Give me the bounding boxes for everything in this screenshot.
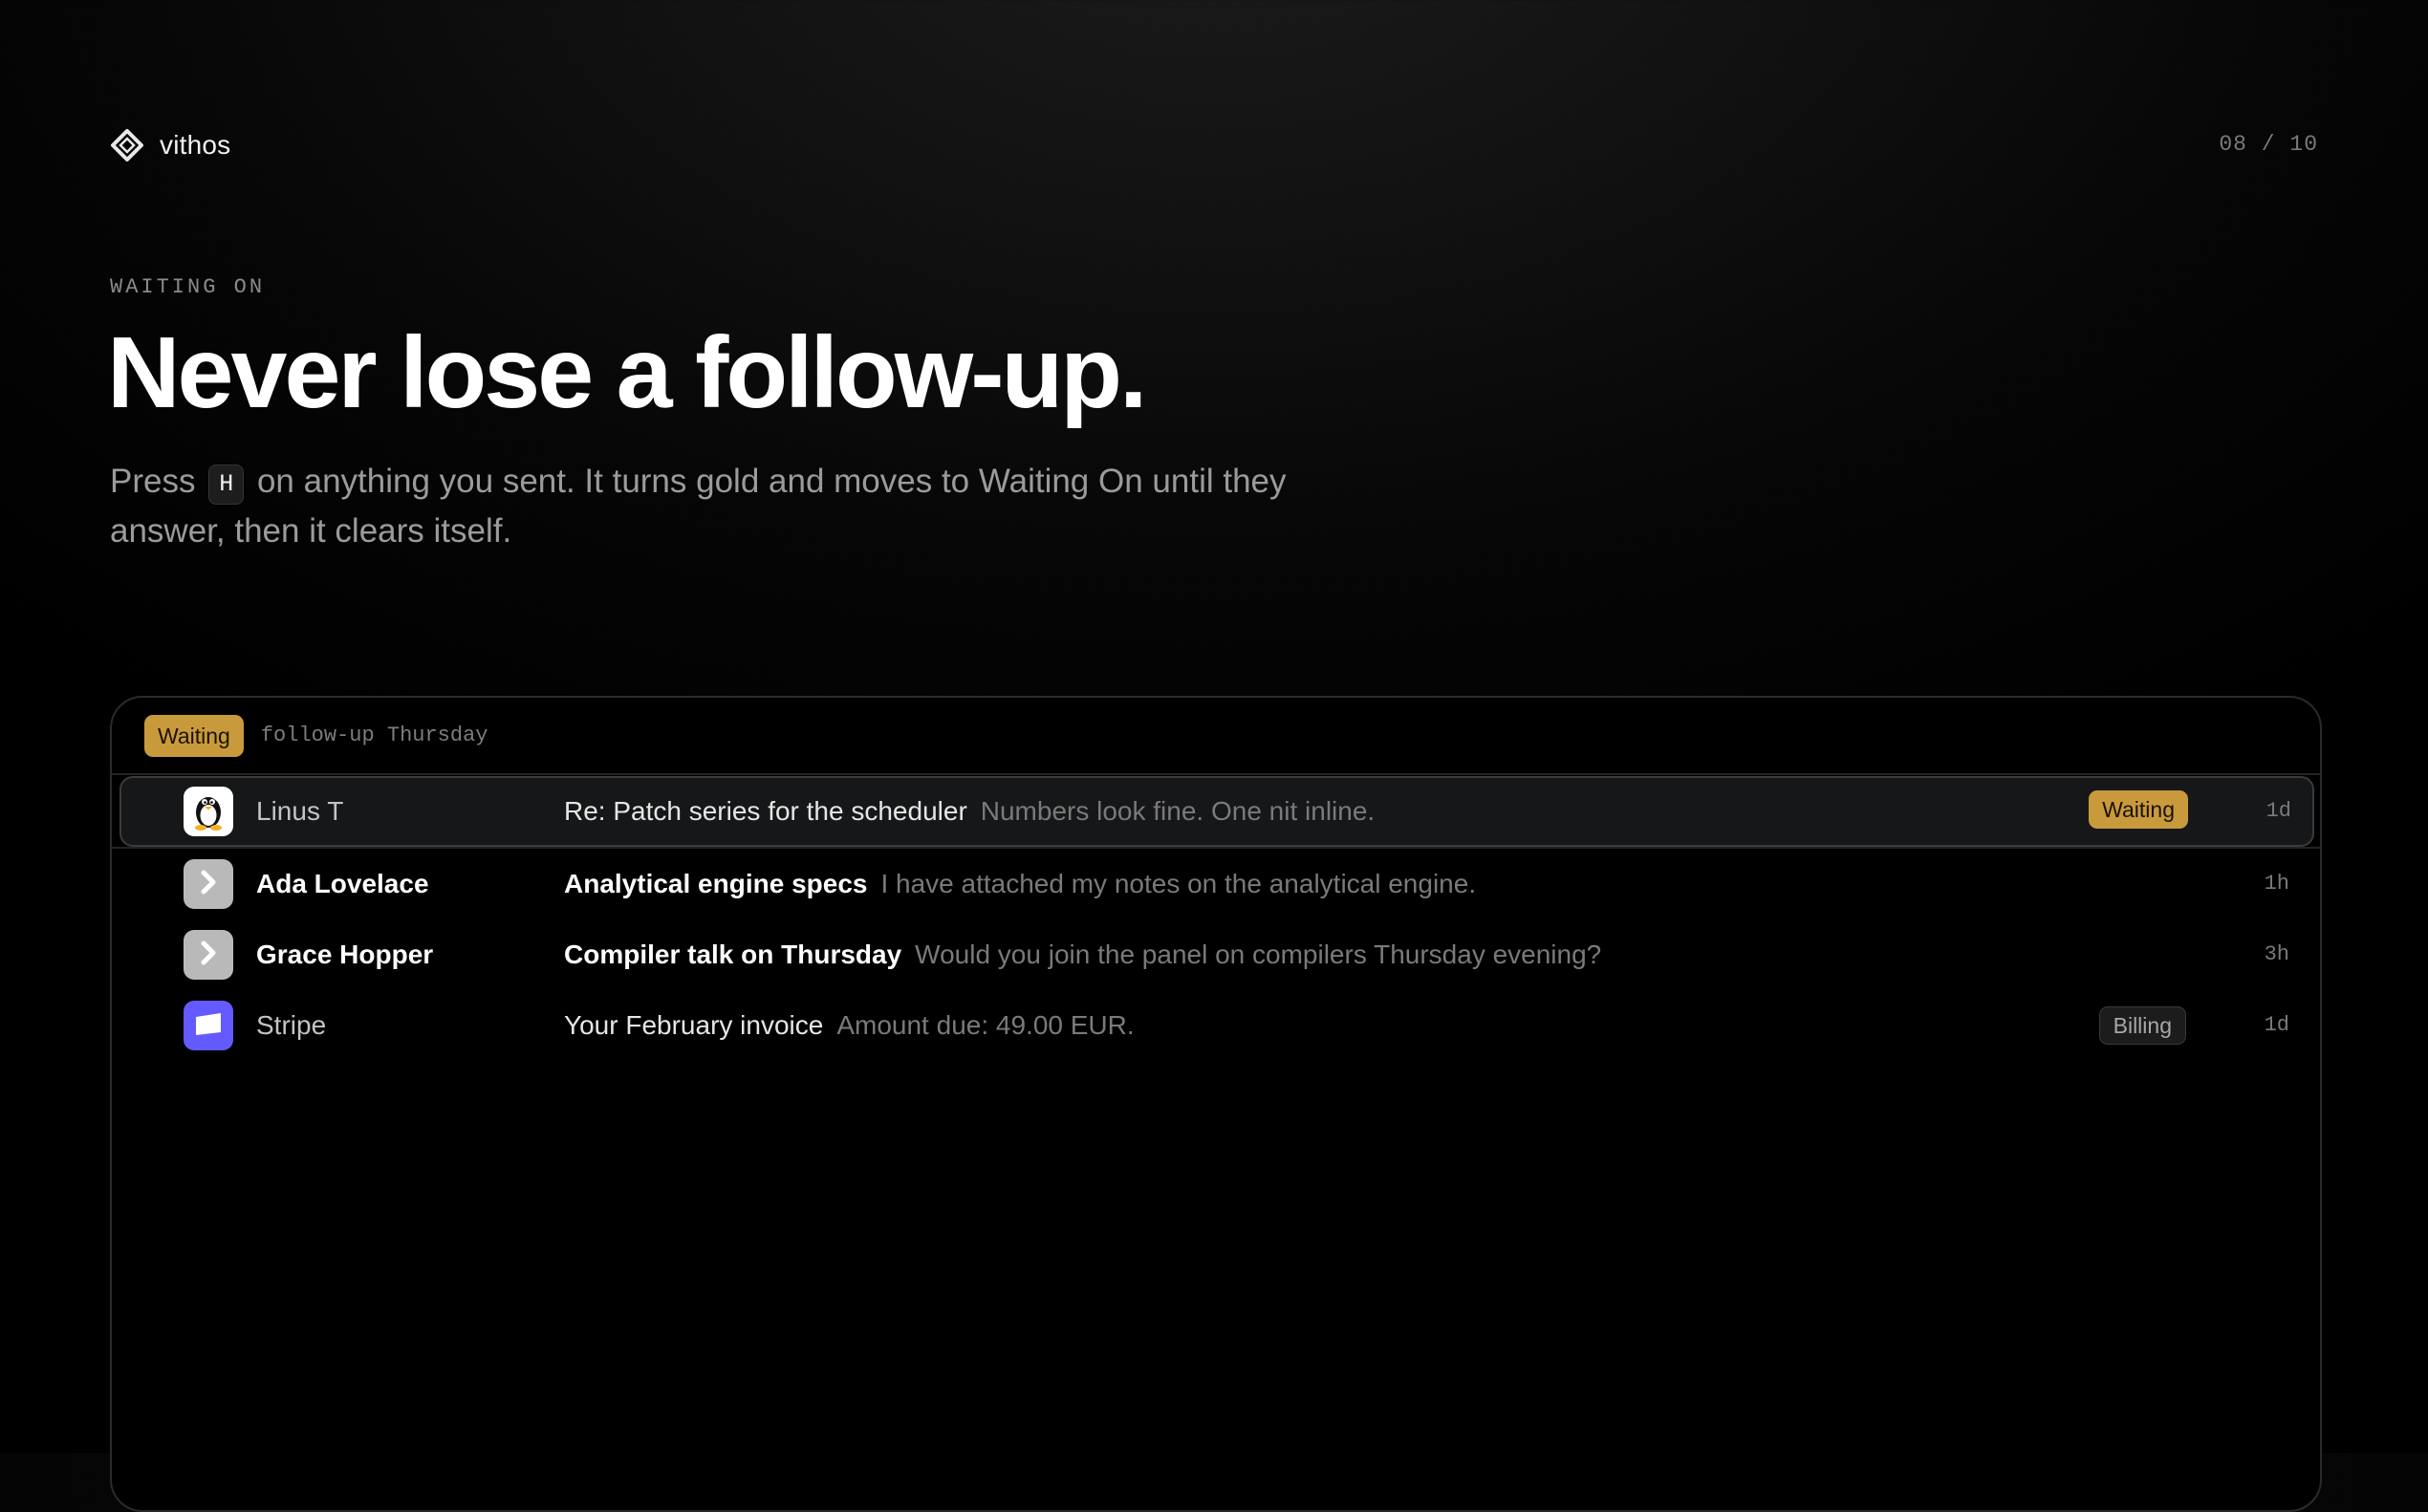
avatar <box>184 859 233 909</box>
timestamp: 1d <box>2264 1013 2289 1037</box>
status-badge[interactable]: Waiting <box>2089 790 2188 829</box>
preview-text: Amount due: 49.00 EUR. <box>836 1010 1135 1040</box>
label-badge[interactable]: Billing <box>2098 1006 2186 1045</box>
subject-text: Compiler talk on Thursday <box>564 940 902 969</box>
subject-line: Your February invoice Amount due: 49.00 E… <box>564 990 1135 1061</box>
timestamp: 1d <box>2265 799 2291 823</box>
avatar <box>184 787 233 836</box>
subject-text: Analytical engine specs <box>564 869 868 898</box>
sender-name: Linus T <box>256 796 344 826</box>
filter-chip-waiting[interactable]: Waiting <box>144 714 244 757</box>
sender-name: Stripe <box>256 1010 327 1040</box>
sender-name: Grace Hopper <box>256 940 434 969</box>
subject-text: Your February invoice <box>564 1010 824 1040</box>
filter-note: follow-up Thursday <box>260 724 488 747</box>
message-list: Linus T Re: Patch series for the schedul… <box>112 776 2320 1061</box>
brand[interactable]: vithos <box>110 128 230 162</box>
diamond-logo-icon <box>110 128 144 162</box>
message-row[interactable]: Ada Lovelace Analytical engine specs I ha… <box>112 847 2320 919</box>
subcopy: Press H on anything you sent. It turns g… <box>110 457 1353 556</box>
subject-line: Compiler talk on Thursday Would you join … <box>564 919 1601 990</box>
timestamp: 1h <box>2264 872 2289 896</box>
sender-name: Ada Lovelace <box>256 869 429 898</box>
preview-text: Numbers look fine. One nit inline. <box>980 796 1376 826</box>
keyboard-key-h: H <box>208 464 245 505</box>
subject-line: Analytical engine specs I have attached m… <box>564 849 1476 919</box>
subject-line: Re: Patch series for the scheduler Number… <box>564 778 1375 845</box>
message-row[interactable]: Stripe Your February invoice Amount due: … <box>112 990 2320 1061</box>
message-row[interactable]: Linus T Re: Patch series for the schedul… <box>119 776 2314 847</box>
timestamp: 3h <box>2264 942 2289 966</box>
subcopy-after: on anything you sent. It turns gold and … <box>110 463 1287 550</box>
page-title: Never lose a follow-up. <box>107 316 1147 429</box>
message-row[interactable]: Grace Hopper Compiler talk on Thursday Wo… <box>112 919 2320 990</box>
preview-text: Would you join the panel on compilers Th… <box>915 940 1602 969</box>
mail-list-panel: Waiting follow-up Thursday Linus T Re: P… <box>110 696 2322 1512</box>
avatar <box>184 930 233 980</box>
preview-text: I have attached my notes on the analytic… <box>880 869 1477 898</box>
section-eyebrow: WAITING ON <box>110 275 266 299</box>
chevron-right-icon <box>189 934 228 977</box>
penguin-icon <box>186 788 230 836</box>
subject-text: Re: Patch series for the scheduler <box>564 796 967 826</box>
filter-bar: Waiting follow-up Thursday <box>112 698 2320 775</box>
stripe-logo-icon <box>189 1004 228 1048</box>
page-counter: 08 / 10 <box>2219 132 2318 157</box>
avatar <box>184 1001 233 1050</box>
subcopy-before: Press <box>110 463 196 500</box>
brand-name: vithos <box>160 130 231 160</box>
chevron-right-icon <box>189 863 228 906</box>
